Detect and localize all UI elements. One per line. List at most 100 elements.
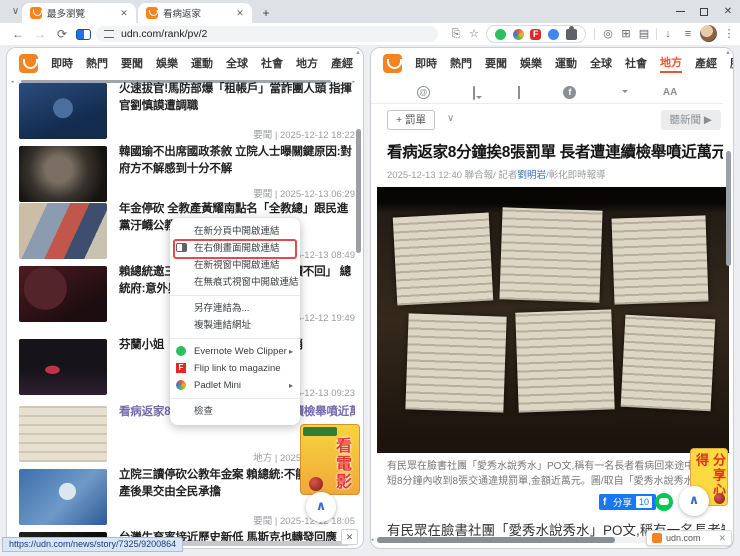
news-thumbnail[interactable] <box>19 339 107 395</box>
listen-news-button[interactable]: 聽新聞 ▶ <box>660 110 721 130</box>
profile-avatar[interactable] <box>700 25 717 42</box>
follow-chevron-icon[interactable]: ∨ <box>447 113 454 124</box>
nav-item[interactable]: 股市 <box>730 55 733 71</box>
ad-close-button[interactable]: ✕ <box>341 529 358 545</box>
menu-separator <box>170 398 300 399</box>
download-icon[interactable]: ↓ <box>660 26 676 42</box>
reporter-link[interactable]: 劉明岩 <box>517 170 546 181</box>
left-pane-scrollbar-thumb[interactable] <box>356 129 361 253</box>
address-bar[interactable]: udn.com/rank/pv/2 <box>96 26 438 42</box>
udn-logo-icon[interactable] <box>383 53 402 73</box>
news-meta: 要聞 | 2025-12-12 18:05 <box>253 516 355 527</box>
text-size-icon[interactable]: AA <box>663 87 677 98</box>
menu-item-inspect[interactable]: 檢查 <box>170 403 300 420</box>
facebook-share-button[interactable]: f 分享 10 <box>599 494 657 510</box>
nav-item[interactable]: 社會 <box>625 55 647 71</box>
bookmark-icon[interactable] <box>518 85 521 99</box>
comment-icon[interactable] <box>472 85 475 100</box>
nav-item[interactable]: 運動 <box>555 55 577 71</box>
flipboard-extension-icon[interactable]: F <box>530 28 542 40</box>
menu-item-flipboard[interactable]: F Flip link to magazine <box>170 360 300 377</box>
new-tab-button[interactable]: + <box>258 5 274 21</box>
article-photo[interactable] <box>377 187 729 453</box>
scrollbar-up-icon[interactable]: ▲ <box>355 50 361 56</box>
evernote-extension-icon[interactable] <box>495 28 507 40</box>
scroll-to-top-button[interactable]: ∧ <box>679 486 709 516</box>
nav-item-active[interactable]: 地方 <box>660 54 682 73</box>
nav-item[interactable]: 娛樂 <box>520 55 542 71</box>
nav-item[interactable]: 產經 <box>331 55 353 71</box>
news-thumbnail[interactable] <box>19 406 107 462</box>
menu-item-save-link-as[interactable]: 另存連結為... <box>170 300 300 317</box>
extensions-pill: F <box>486 25 586 43</box>
follow-topic-button[interactable]: + 罰單 <box>387 110 436 130</box>
menu-item-open-new-tab[interactable]: 在新分頁中開啟連結 <box>170 223 300 240</box>
menu-item-copy-link-address[interactable]: 複製連結網址 <box>170 317 300 334</box>
nav-item[interactable]: 要聞 <box>485 55 507 71</box>
news-thumbnail[interactable] <box>19 203 107 259</box>
facebook-icon[interactable]: f <box>563 86 577 99</box>
news-thumbnail[interactable] <box>19 266 107 322</box>
attribution-close-icon[interactable]: ✕ <box>718 533 726 544</box>
tab-search-icon[interactable]: ∨ <box>8 4 23 19</box>
maximize-button[interactable] <box>692 0 716 23</box>
nav-item[interactable]: 運動 <box>191 55 213 71</box>
promo-ad-banner[interactable]: 看電影 <box>300 424 360 495</box>
tab-close-icon[interactable]: ✕ <box>234 8 246 19</box>
blue-extension-icon[interactable] <box>548 28 560 40</box>
bookmark-star-icon[interactable]: ☆ <box>466 26 482 42</box>
right-pane-scrollbar-thumb[interactable] <box>726 151 731 266</box>
nav-item[interactable]: 即時 <box>51 55 73 71</box>
news-thumbnail[interactable] <box>19 146 107 202</box>
back-button[interactable]: ← <box>10 26 26 42</box>
extensions-puzzle-icon[interactable] <box>565 25 577 40</box>
nav-item[interactable]: 全球 <box>226 55 248 71</box>
tab-close-icon[interactable]: ✕ <box>118 8 130 19</box>
nav-item[interactable]: 全球 <box>590 55 612 71</box>
threads-icon[interactable]: @ <box>416 86 430 99</box>
follow-row: + 罰單 ∨ 聽新聞 ▶ <box>387 110 721 132</box>
site-settings-icon[interactable] <box>104 30 114 38</box>
nav-item[interactable]: 熱門 <box>450 55 472 71</box>
tab-article[interactable]: 看病返家 ✕ <box>138 3 252 23</box>
news-title-link[interactable]: 韓國瑜不出席國政茶敘 立院人士曝關鍵原因:對府方不解感到十分不解 <box>119 144 355 177</box>
scrollbar-up-icon[interactable]: ▲ <box>725 50 731 56</box>
menu-item-evernote[interactable]: Evernote Web Clipper ▸ <box>170 343 300 360</box>
scroll-to-top-button[interactable]: ∧ <box>306 492 336 522</box>
share-count: 10 <box>636 496 653 508</box>
nav-item[interactable]: 即時 <box>415 55 437 71</box>
news-thumbnail[interactable] <box>19 469 107 525</box>
scrollbar-thumb[interactable] <box>377 537 615 543</box>
nav-item[interactable]: 產經 <box>695 55 717 71</box>
forward-button[interactable]: → <box>32 26 48 42</box>
reading-mode-icon[interactable]: ▤ <box>636 26 652 42</box>
close-window-button[interactable]: ✕ <box>716 0 740 23</box>
nav-item[interactable]: 熱門 <box>86 55 108 71</box>
reload-button[interactable]: ⟳ <box>54 26 70 42</box>
news-title-link[interactable]: 火速拔官!馬防部爆「租帳戶」當詐團人頭 指揮官劉慎謨遭調職 <box>119 81 355 114</box>
menu-separator <box>170 338 300 339</box>
nav-item[interactable]: 社會 <box>261 55 283 71</box>
nav-item[interactable]: 娛樂 <box>156 55 178 71</box>
nav-item[interactable]: 地方 <box>296 55 318 71</box>
padlet-extension-icon[interactable] <box>512 28 524 40</box>
share-icon[interactable]: ⎘ <box>448 26 464 42</box>
menu-item-open-new-window[interactable]: 在新視窗中開啟連結 <box>170 257 300 274</box>
ad-text: 看電影 <box>333 437 350 491</box>
news-thumbnail[interactable] <box>19 83 107 139</box>
minimize-button[interactable] <box>668 0 692 23</box>
lens-icon[interactable]: ◎ <box>600 26 616 42</box>
scroll-left-icon[interactable]: ◂ <box>371 537 374 543</box>
tab-title: 看病返家 <box>163 9 202 20</box>
apps-grid-icon[interactable]: ⊞ <box>618 26 634 42</box>
menu-item-padlet[interactable]: Padlet Mini ▸ <box>170 377 300 394</box>
udn-logo-icon[interactable] <box>19 53 38 73</box>
tab-most-viewed[interactable]: 最多瀏覽 ✕ <box>22 3 136 23</box>
nav-item[interactable]: 要聞 <box>121 55 143 71</box>
browser-menu-icon[interactable]: ⋮ <box>721 26 737 42</box>
split-view-indicator-icon[interactable] <box>76 29 91 40</box>
menu-item-open-incognito[interactable]: 在無痕式視窗中開啟連結 <box>170 274 300 291</box>
line-share-button[interactable] <box>655 493 673 511</box>
notes-icon[interactable]: ≡ <box>680 26 696 42</box>
menu-item-open-split-view[interactable]: 在右側畫面開啟連結 <box>170 240 300 257</box>
